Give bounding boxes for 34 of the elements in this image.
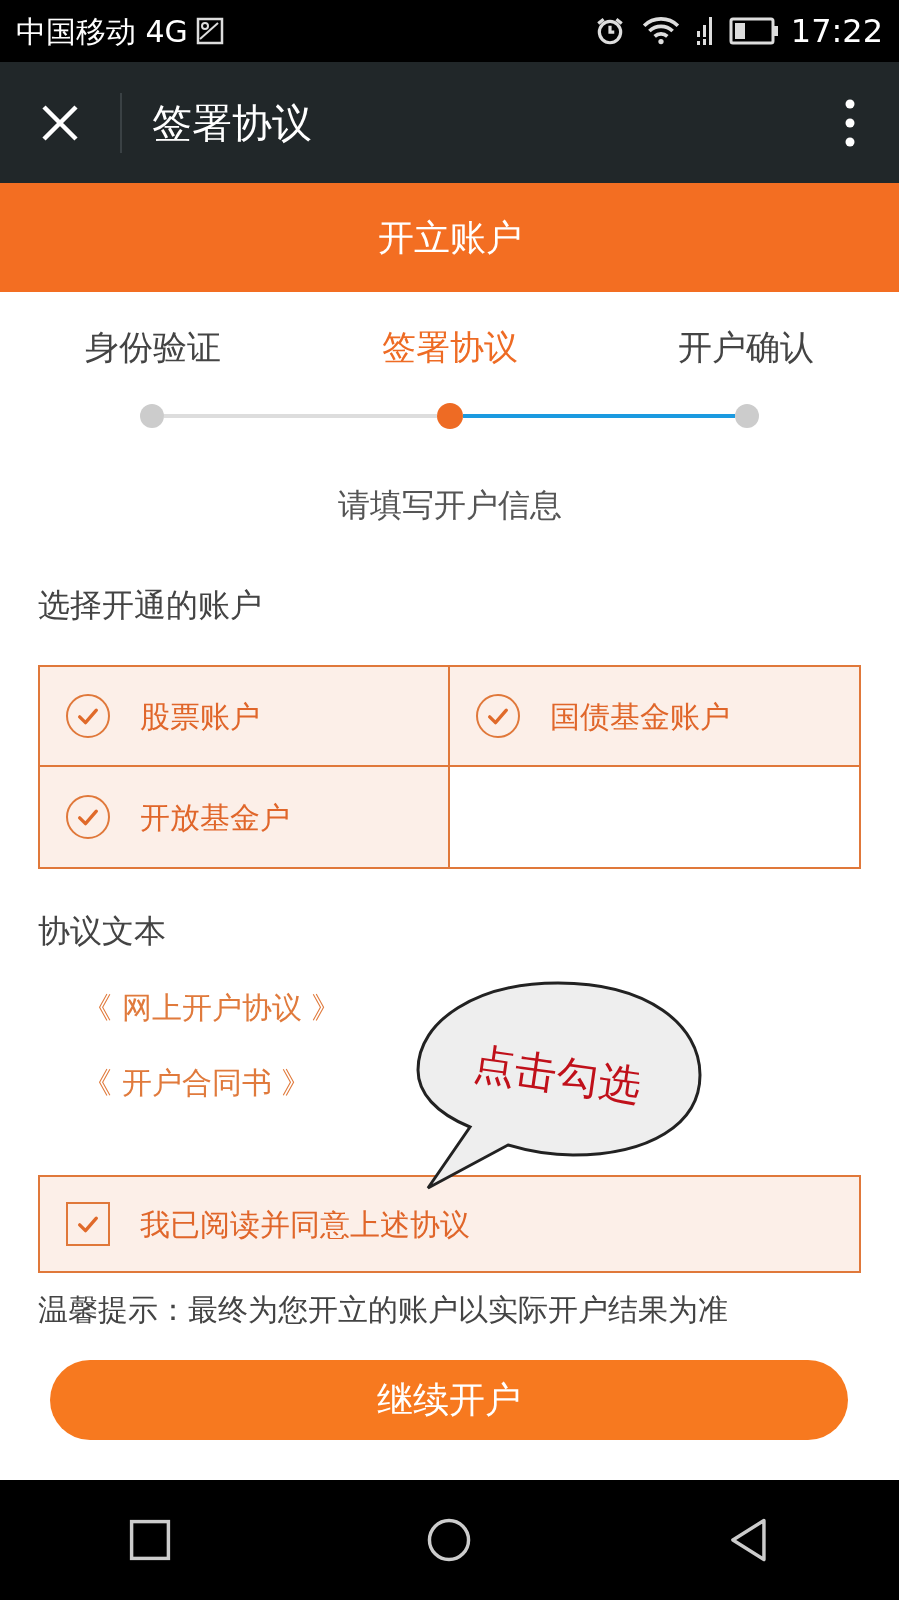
- account-option[interactable]: 股票账户: [40, 667, 450, 767]
- continue-button[interactable]: 继续开户: [50, 1360, 848, 1440]
- option-label: 国债基金账户: [549, 697, 730, 736]
- checkbox-icon[interactable]: [66, 795, 110, 839]
- callout-text: 点击勾选: [469, 1037, 645, 1113]
- more-button[interactable]: [845, 97, 855, 148]
- image-icon: [195, 17, 224, 45]
- agreement-link[interactable]: 《 网上开户协议 》: [82, 985, 342, 1030]
- page-header: 开立账户: [377, 215, 522, 260]
- option-label: 股票账户: [140, 697, 260, 736]
- checkbox-icon[interactable]: [66, 1202, 110, 1246]
- close-button[interactable]: [40, 102, 80, 143]
- wifi-icon: [641, 15, 680, 47]
- tip-text: 温馨提示：最终为您开立的账户以实际开户结果为准: [38, 1291, 729, 1329]
- agreement-label: 我已阅读并同意上述协议: [140, 1205, 470, 1244]
- carrier-text: 中国移动 4G: [16, 12, 188, 51]
- option-label: 开放基金户: [140, 798, 290, 837]
- agreement-row[interactable]: 我已阅读并同意上述协议: [38, 1175, 861, 1273]
- step-label: 签署协议: [380, 326, 519, 369]
- checkbox-icon[interactable]: [66, 694, 110, 738]
- form-subtitle: 请填写开户信息: [337, 486, 562, 524]
- checkbox-icon[interactable]: [475, 694, 520, 738]
- step-label: 开户确认: [677, 326, 815, 369]
- section-label: 协议文本: [38, 911, 167, 952]
- account-option[interactable]: 开放基金户: [40, 767, 450, 867]
- window-title: 签署协议: [152, 98, 313, 148]
- home-icon[interactable]: [426, 1517, 473, 1563]
- section-label: 选择开通的账户: [38, 585, 263, 626]
- clock-text: 17:22: [790, 11, 883, 52]
- account-option[interactable]: 国债基金账户: [449, 667, 859, 767]
- agreement-link[interactable]: 《 开户合同书 》: [82, 1060, 312, 1105]
- signal-icon: [695, 16, 713, 46]
- step-label: 身份验证: [84, 326, 222, 369]
- battery-icon: [728, 17, 779, 45]
